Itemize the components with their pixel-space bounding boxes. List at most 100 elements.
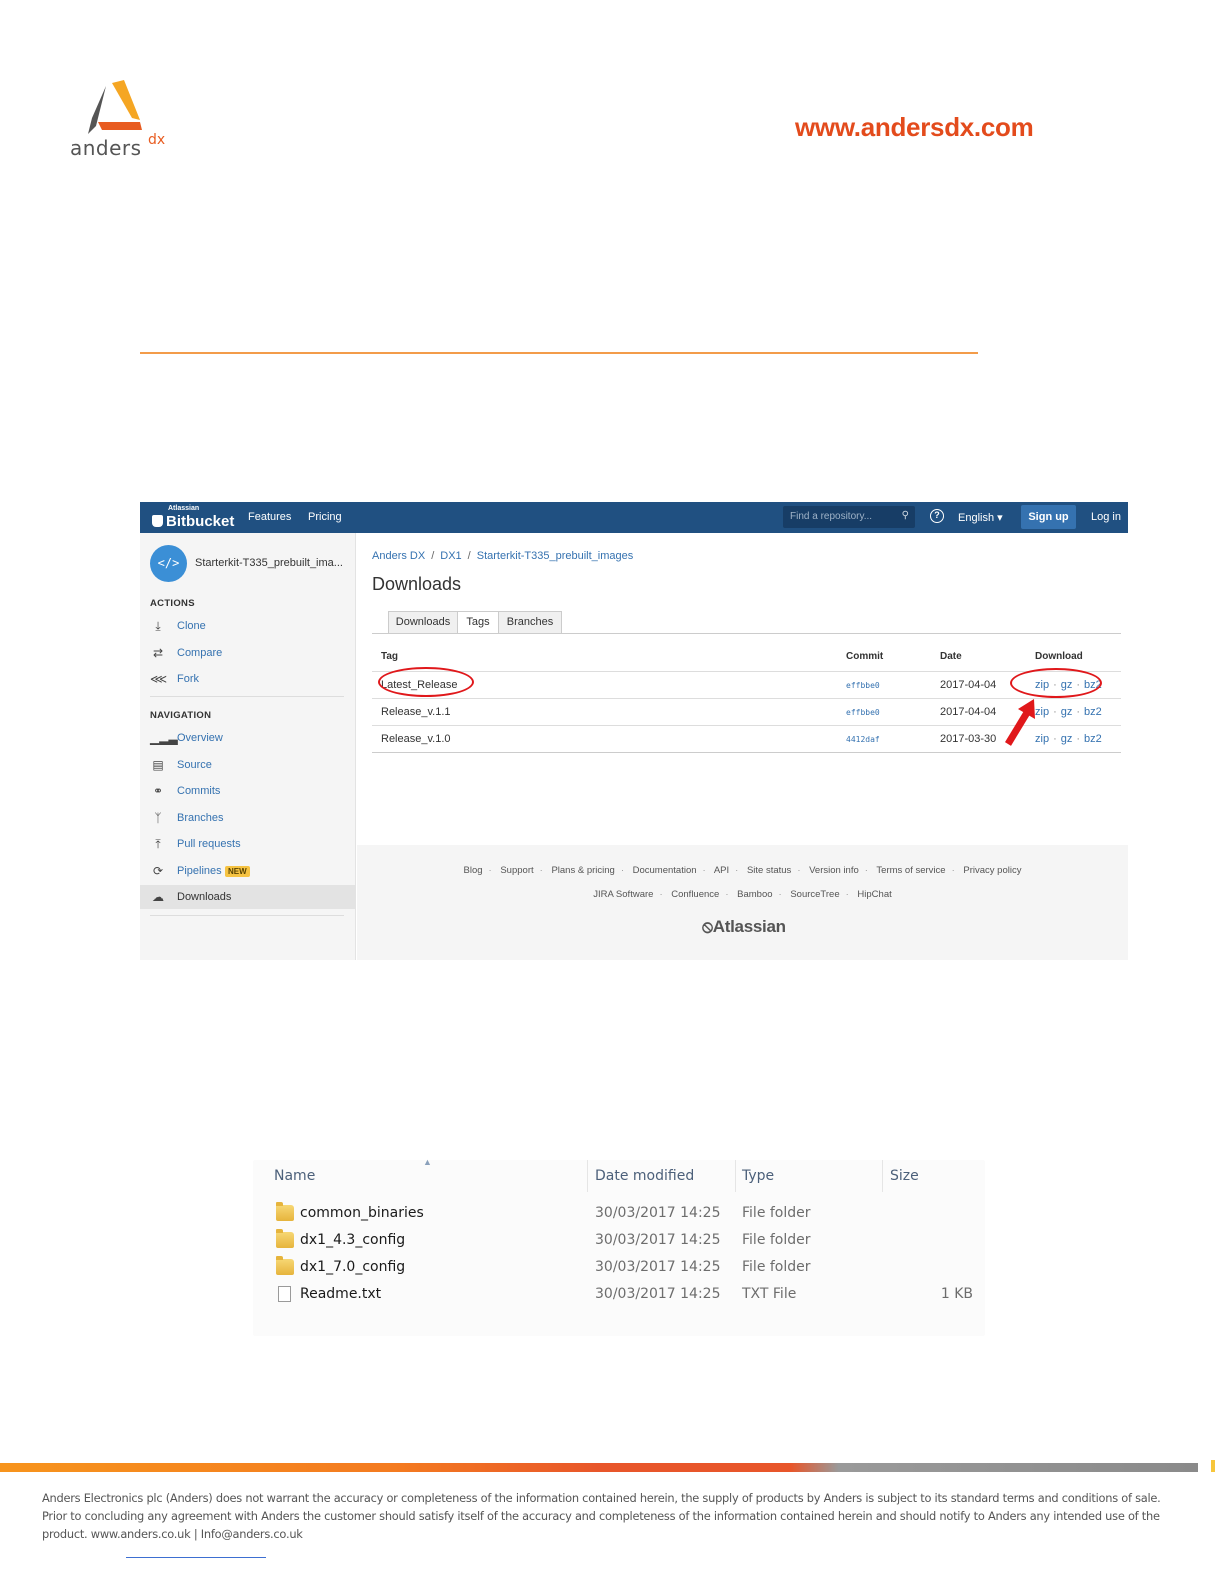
footer-link[interactable]: Confluence	[671, 889, 719, 900]
tag-highlight-ellipse	[378, 667, 474, 697]
sidebar-item-overview[interactable]: ▁▂▃ Overview	[140, 726, 355, 750]
bars-icon: ▁▂▃	[150, 731, 178, 745]
file-date: 30/03/2017 14:25	[595, 1286, 721, 1302]
sidebar-item-fork[interactable]: ⋘ Fork	[140, 667, 355, 691]
atlassian-x-icon: ⦸	[702, 917, 713, 936]
sidebar-item-label: Commits	[177, 785, 221, 797]
footer-link[interactable]: Documentation	[633, 865, 697, 876]
footer-link[interactable]: Plans & pricing	[551, 865, 614, 876]
breadcrumb-repo[interactable]: Starterkit-T335_prebuilt_images	[477, 550, 634, 562]
column-separator[interactable]	[587, 1160, 588, 1192]
column-header-type[interactable]: Type	[742, 1168, 774, 1184]
file-date: 30/03/2017 14:25	[595, 1232, 721, 1248]
sidebar-item-pull-requests[interactable]: ⤒ Pull requests	[140, 832, 355, 856]
search-icon[interactable]: ⚲	[902, 510, 909, 521]
file-name: dx1_4.3_config	[300, 1232, 406, 1248]
tag-name: Release_v.1.0	[381, 733, 451, 745]
sidebar-item-commits[interactable]: ⚭ Commits	[140, 779, 355, 803]
file-row[interactable]: Readme.txt 30/03/2017 14:25 TXT File 1 K…	[253, 1282, 985, 1308]
sidebar-item-label: Fork	[177, 673, 199, 685]
footer-link[interactable]: API	[714, 865, 729, 876]
file-size: 1 KB	[940, 1286, 973, 1302]
footer-link[interactable]: Support	[500, 865, 533, 876]
login-link[interactable]: Log in	[1091, 511, 1121, 523]
footer-link[interactable]: Bamboo	[737, 889, 772, 900]
file-type: File folder	[742, 1259, 811, 1275]
footer-link[interactable]: Version info	[809, 865, 859, 876]
nav-features[interactable]: Features	[248, 511, 291, 523]
actions-heading: ACTIONS	[150, 598, 195, 609]
footer-link[interactable]: Blog	[464, 865, 483, 876]
sidebar-item-label: Source	[177, 759, 212, 771]
tab-branches[interactable]: Branches	[498, 611, 562, 634]
file-explorer-screenshot: ▲ Name Date modified Type Size common_bi…	[253, 1157, 985, 1336]
column-header-name[interactable]: Name	[274, 1168, 315, 1184]
search-placeholder: Find a repository...	[790, 511, 873, 522]
atlassian-logo[interactable]: ⦸Atlassian	[702, 917, 786, 937]
column-header-date-modified[interactable]: Date modified	[595, 1168, 694, 1184]
file-type: File folder	[742, 1205, 811, 1221]
sidebar-item-clone[interactable]: ⤓ Clone	[140, 614, 355, 638]
sidebar-item-label: Clone	[177, 620, 206, 632]
folder-icon	[276, 1229, 294, 1248]
file-row[interactable]: dx1_7.0_config 30/03/2017 14:25 File fol…	[253, 1255, 985, 1281]
help-icon[interactable]: ?	[930, 509, 944, 523]
column-separator[interactable]	[882, 1160, 883, 1192]
sidebar-divider	[150, 915, 344, 916]
download-bz2-link[interactable]: bz2	[1084, 706, 1102, 718]
commit-hash[interactable]: 4412daf	[846, 735, 880, 744]
footer-link[interactable]: Site status	[747, 865, 791, 876]
column-header-commit: Commit	[846, 651, 884, 662]
bitbucket-screenshot: Atlassian Bitbucket Features Pricing Fin…	[140, 502, 1128, 960]
footer-link[interactable]: HipChat	[857, 889, 891, 900]
footer-link[interactable]: SourceTree	[790, 889, 839, 900]
breadcrumb: Anders DX / DX1/Starterkit-T335_prebuilt_i…	[372, 550, 634, 562]
sidebar-item-downloads[interactable]: ☁ Downloads	[140, 885, 355, 909]
repository-search-input[interactable]: Find a repository... ⚲	[783, 506, 915, 528]
sidebar-item-branches[interactable]: ᛉ Branches	[140, 806, 355, 830]
column-separator[interactable]	[735, 1160, 736, 1192]
footer-link[interactable]: Terms of service	[876, 865, 945, 876]
shuffle-icon: ⇄	[152, 646, 164, 660]
download-gz-link[interactable]: gz	[1061, 706, 1073, 718]
column-header-size[interactable]: Size	[890, 1168, 919, 1184]
sidebar-divider	[150, 696, 344, 697]
table-row: Latest_Release effbbe0 2017-04-04 zip · gz…	[372, 671, 1121, 698]
commit-hash[interactable]: effbbe0	[846, 708, 880, 717]
commit-icon: ⚭	[152, 784, 164, 798]
branch-icon: ᛉ	[154, 811, 162, 825]
tab-tags[interactable]: Tags	[457, 611, 499, 634]
file-name: common_binaries	[300, 1205, 424, 1221]
nav-pricing[interactable]: Pricing	[308, 511, 342, 523]
download-highlight-ellipse	[1010, 668, 1102, 698]
tag-date: 2017-04-04	[940, 706, 997, 718]
repo-name[interactable]: Starterkit-T335_prebuilt_ima...	[195, 557, 343, 569]
breadcrumb-anders-dx[interactable]: Anders DX	[372, 550, 425, 562]
download-gz-link[interactable]: gz	[1061, 733, 1073, 745]
file-row[interactable]: common_binaries 30/03/2017 14:25 File fo…	[253, 1201, 985, 1227]
table-bottom-border	[372, 752, 1121, 753]
file-row[interactable]: dx1_4.3_config 30/03/2017 14:25 File fol…	[253, 1228, 985, 1254]
file-date: 30/03/2017 14:25	[595, 1259, 721, 1275]
fork-icon: ⋘	[150, 672, 168, 686]
file-type: TXT File	[742, 1286, 797, 1302]
download-bz2-link[interactable]: bz2	[1084, 733, 1102, 745]
breadcrumb-dx1[interactable]: DX1	[440, 550, 461, 562]
bitbucket-footer: Blog · Support · Plans & pricing · Document…	[357, 845, 1128, 960]
header-rule	[140, 352, 978, 354]
text-file-icon	[278, 1286, 291, 1302]
language-dropdown[interactable]: English ▾	[958, 511, 1003, 524]
signup-button[interactable]: Sign up	[1021, 505, 1076, 529]
tab-downloads[interactable]: Downloads	[388, 611, 458, 634]
website-url[interactable]: www.andersdx.com	[795, 112, 1034, 143]
footer-link[interactable]: JIRA Software	[593, 889, 653, 900]
file-date: 30/03/2017 14:25	[595, 1205, 721, 1221]
code-icon[interactable]: </>	[150, 545, 187, 582]
sidebar-item-compare[interactable]: ⇄ Compare	[140, 641, 355, 665]
sidebar-item-source[interactable]: ▤ Source	[140, 753, 355, 777]
commit-hash[interactable]: effbbe0	[846, 681, 880, 690]
footer-link[interactable]: Privacy policy	[963, 865, 1021, 876]
atlassian-logo-text: Atlassian	[712, 917, 786, 936]
cloud-icon: ☁	[152, 890, 164, 904]
sidebar-item-pipelines[interactable]: ⟳ Pipelines NEW	[140, 859, 355, 883]
